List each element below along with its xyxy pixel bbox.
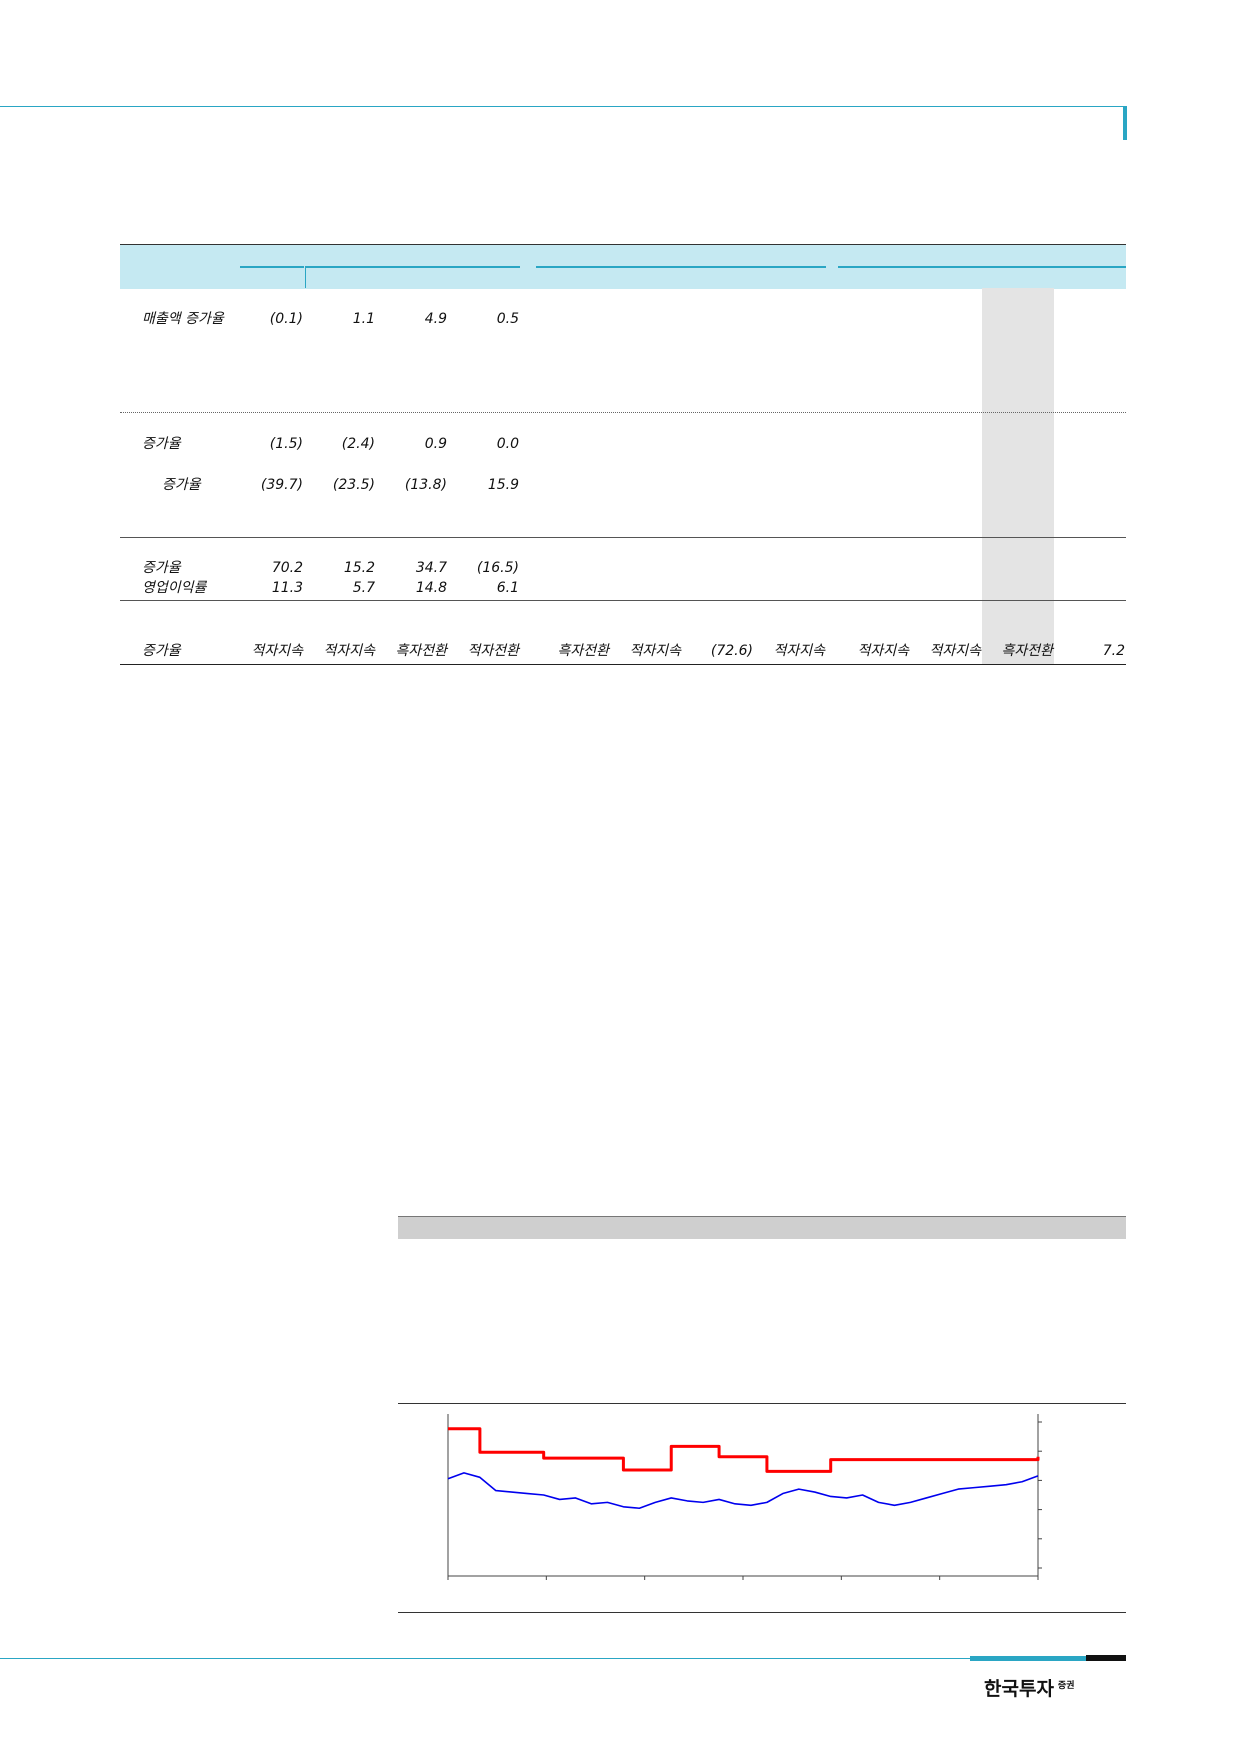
table-bottom-rule: [120, 664, 1126, 665]
top-rule: [0, 106, 1126, 107]
row-label: 증가율: [142, 643, 181, 659]
section-separator: [120, 600, 1126, 601]
table-cell: (2.4): [341, 436, 375, 452]
table-cell: 적자전환: [467, 643, 519, 659]
table-cell: 0.5: [496, 311, 519, 327]
table-cell: 흑자전환: [395, 643, 447, 659]
row-label: 영업이익률: [142, 580, 207, 596]
table-cell: 적자지속: [773, 643, 825, 659]
row-label: 증가율: [162, 477, 201, 493]
section-separator: [120, 537, 1126, 538]
table-cell: 적자지속: [251, 643, 303, 659]
table-cell: 적자지속: [857, 643, 909, 659]
header-group-rule: [240, 266, 304, 268]
table-cell: (0.1): [269, 311, 303, 327]
row-label: 증가율: [142, 436, 181, 452]
table-cell: 34.7: [415, 560, 447, 576]
table-cell: 15.9: [487, 477, 519, 493]
table-cell: 0.9: [424, 436, 447, 452]
table-cell: (72.6): [710, 643, 753, 659]
stock-price-line: [447, 1472, 1039, 1510]
table-cell: (16.5): [476, 560, 519, 576]
table-cell: (39.7): [260, 477, 303, 493]
table-cell: 11.3: [271, 580, 303, 596]
bottom-rule: [0, 1658, 970, 1659]
highlight-column: [982, 288, 1054, 664]
table-cell: 14.8: [415, 580, 447, 596]
table-cell: 적자지속: [323, 643, 375, 659]
row-label: 매출액 증가율: [142, 311, 224, 327]
table-cell: 적자지속: [929, 643, 981, 659]
table-cell: 0.0: [496, 436, 519, 452]
table-cell: 70.2: [271, 560, 303, 576]
table-cell: 흑자전환: [1001, 643, 1053, 659]
table-cell: 15.2: [343, 560, 375, 576]
target-price-line: [448, 1427, 1040, 1473]
table-cell: (1.5): [269, 436, 303, 452]
table-cell: 1.1: [352, 311, 375, 327]
top-rule-tick: [1123, 106, 1127, 140]
table-cell: (23.5): [332, 477, 375, 493]
chart-bottom-rule: [398, 1612, 1126, 1613]
table-cell: 적자지속: [629, 643, 681, 659]
header-group-rule: [536, 266, 826, 268]
header-group-rule: [838, 266, 1126, 268]
table-cell: 흑자전환: [557, 643, 609, 659]
company-logo: 한국투자 증권: [984, 1674, 1074, 1701]
price-chart: [447, 1414, 1042, 1580]
table-cell: 5.7: [352, 580, 375, 596]
header-group-rule: [306, 266, 520, 268]
table-cell: (13.8): [404, 477, 447, 493]
table-cell: 6.1: [496, 580, 519, 596]
header-divider: [305, 266, 306, 288]
section-separator: [120, 412, 1126, 413]
footer-accent-bar-dark: [1086, 1655, 1126, 1661]
logo-subtext: 증권: [1057, 1680, 1075, 1691]
logo-text: 한국투자: [984, 1678, 1054, 1700]
table-cell: 7.2: [1102, 643, 1125, 659]
row-label: 증가율: [142, 560, 181, 576]
footer-accent-bar: [970, 1656, 1086, 1661]
table-cell: 4.9: [424, 311, 447, 327]
section-header-band: [398, 1216, 1126, 1239]
